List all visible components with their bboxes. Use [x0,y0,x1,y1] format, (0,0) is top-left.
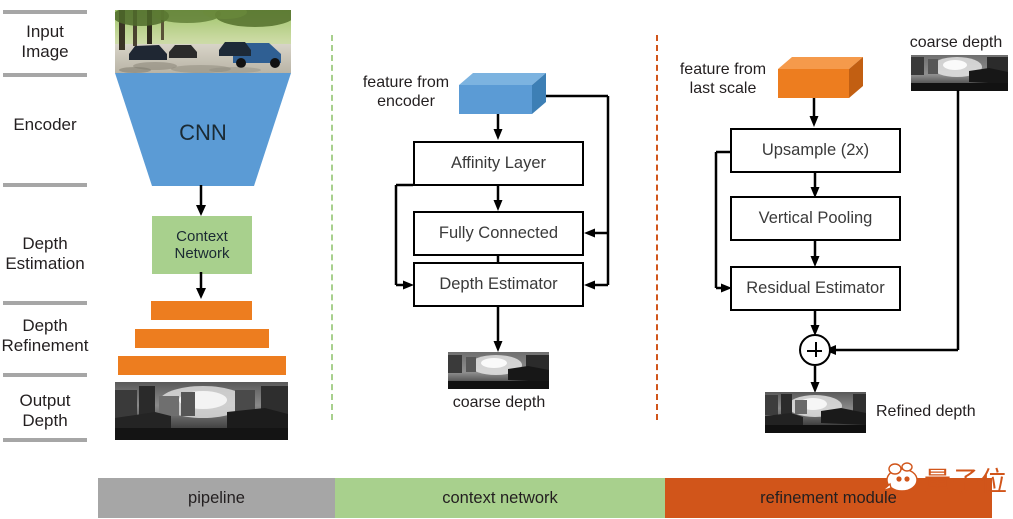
stage-label-depth-refinement: Depth Refinement [0,316,90,356]
refinement-bar-1 [151,301,252,320]
context-box-affinity-layer[interactable]: Affinity Layer [413,141,584,186]
watermark-text: 量子位 [924,467,1008,498]
encoder-cnn-label: CNN [179,120,227,145]
refinement-box-upsample[interactable]: Upsample (2x) [730,128,901,173]
context-box-label: Depth Estimator [439,275,558,293]
encoder-cnn-trapezoid: CNN [115,73,291,186]
divider-context-network [331,35,333,420]
sum-operator-node [799,334,831,366]
stage-label-depth-estimation: Depth Estimation [0,234,90,274]
stage-label-line2: Depth [22,411,68,430]
context-network-line2: Network [174,245,230,262]
context-network-line1: Context [176,228,228,245]
stage-divider-bottom [3,438,87,442]
stage-divider-2 [3,183,87,187]
stage-label-line1: Depth [22,234,68,253]
context-network-block: Context Network [152,216,252,274]
output-depth-thumbnail [115,382,288,440]
watermark: 量子位 [880,458,1010,500]
stage-divider-4 [3,373,87,377]
stage-label-line2: Estimation [5,254,85,273]
input-image-thumbnail [115,10,291,73]
legend-label: context network [442,488,558,507]
legend-label: pipeline [188,488,245,507]
stage-label-line1: Input [26,22,64,41]
stage-label-line2: Refinement [1,336,89,355]
refinement-bar-3 [118,356,286,375]
stage-label-line1: Output [19,391,71,410]
stage-label-input-image: Input Image [0,22,90,62]
context-coarse-depth-thumbnail [448,352,549,389]
refinement-box-label: Vertical Pooling [758,209,873,227]
stage-label-output-depth: Output Depth [0,391,90,431]
refinement-bar-2 [135,329,269,348]
divider-refinement-module [656,35,658,420]
legend-label: refinement module [760,488,897,507]
context-box-depth-estimator[interactable]: Depth Estimator [413,262,584,307]
stage-label-line2: Image [21,42,69,61]
legend-segment-pipeline[interactable]: pipeline [98,478,335,518]
arrow-depth-estimator-to-coarse [492,307,504,358]
stage-divider-3 [3,301,87,305]
refinement-box-residual-estimator[interactable]: Residual Estimator [730,266,901,311]
context-box-fully-connected[interactable]: Fully Connected [413,211,584,256]
stage-label-encoder: Encoder [0,115,90,135]
refinement-box-label: Residual Estimator [746,279,885,297]
refinement-coarse-depth-thumbnail [911,55,1008,91]
stage-label-line1: Depth [22,316,68,335]
refinement-coarse-depth-caption: coarse depth [909,34,1003,51]
stage-divider-top [3,10,87,14]
legend-bar: pipeline context network refinement modu… [98,478,992,518]
refinement-input-caption-line1: feature from [679,61,767,78]
legend-segment-context-network[interactable]: context network [335,478,665,518]
refinement-box-label: Upsample (2x) [761,141,870,159]
refinement-box-vertical-pooling[interactable]: Vertical Pooling [730,196,901,241]
refined-depth-caption: Refined depth [876,403,976,420]
refined-depth-thumbnail [765,392,866,433]
context-box-label: Affinity Layer [450,154,547,172]
context-coarse-depth-caption: coarse depth [452,394,546,411]
stage-divider-1 [3,73,87,77]
stage-label-line1: Encoder [13,115,77,134]
context-box-label: Fully Connected [438,224,559,242]
